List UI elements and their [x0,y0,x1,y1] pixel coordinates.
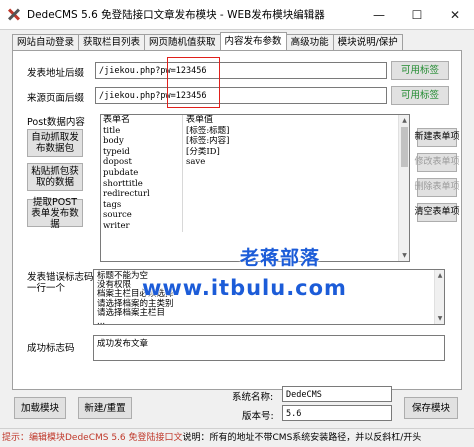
publish-url-label: 发表地址后缀 [27,68,85,79]
version-label: 版本号: [242,411,274,422]
version-input[interactable]: 5.6 [282,405,392,421]
success-code-input[interactable]: 成功发布文章 [93,335,445,361]
row-value: [标签:内容] [186,136,230,147]
tab-publish-params[interactable]: 内容发布参数 [219,32,287,50]
minimize-button[interactable]: — [360,0,398,30]
delete-field-button[interactable]: 删除表单项 [415,178,460,197]
row-value [183,189,409,200]
table-scrollbar[interactable]: ▲ ▼ [398,115,409,261]
title-bar: DedeCMS 5.6 免登陆接口文章发布模块 - WEB发布模块编辑器 — ☐… [0,0,474,30]
table-header: 表单名 表单值 [101,115,409,126]
row-name: title [101,125,183,137]
table-row[interactable]: redirecturl [101,189,409,200]
row-value: [分类ID] [186,146,220,157]
row-value [183,221,409,232]
scroll-thumb[interactable] [401,127,408,167]
scroll-up-icon[interactable]: ▲ [399,115,409,126]
row-name: dopost [101,157,183,168]
table-row[interactable]: pubdate [101,167,409,179]
system-name-input[interactable]: DedeCMS [282,386,392,402]
row-value [183,210,409,221]
error-line: 请选择档案主栏目 [97,307,166,318]
auto-capture-button[interactable]: 自动抓取发布数据包 [27,129,83,157]
watermark-url: www.itbulu.com [142,276,347,300]
row-name: body [101,136,183,147]
row-name: source [101,210,183,221]
load-module-button[interactable]: 加载模块 [14,397,66,419]
scroll-up-icon[interactable]: ▲ [435,270,444,281]
publish-params-panel: 发表地址后缀 /jiekou.php?pw=123456 可用标签 来源页面后缀… [12,50,462,390]
table-row[interactable]: typeid [分类ID] [101,146,409,158]
row-name: shorttitle [101,178,183,190]
save-module-button[interactable]: 保存模块 [404,397,458,419]
error-scrollbar[interactable]: ▲ ▼ [434,270,444,324]
tab-random-value[interactable]: 网页随机值获取 [144,34,221,50]
row-name: writer [101,220,183,232]
row-value: [标签:标题] [186,125,230,136]
row-value [183,200,409,211]
tab-auto-login[interactable]: 网站自动登录 [12,34,80,50]
scroll-down-icon[interactable]: ▼ [399,250,409,261]
table-row[interactable]: source [101,210,409,221]
publish-url-tags-button[interactable]: 可用标签 [391,61,449,80]
tab-category-list[interactable]: 获取栏目列表 [78,34,146,50]
status-prefix: 提示：编辑模块DedeCMS 5.6 免登陆接口文 [2,433,183,443]
table-row[interactable]: body [标签:内容] [101,136,409,147]
tab-module-info[interactable]: 模块说明/保护 [332,34,403,50]
status-rest: 说明：所有的地址不带CMS系统安装路径，并以反斜杠/开头 [182,433,422,443]
row-name: tags [101,199,183,211]
edit-field-button[interactable]: 修改表单项 [415,153,460,172]
table-row[interactable]: writer [101,220,409,232]
row-value [183,179,409,190]
window-title: DedeCMS 5.6 免登陆接口文章发布模块 - WEB发布模块编辑器 [27,9,325,21]
new-field-button[interactable]: 新建表单项 [415,128,460,147]
row-name: redirecturl [101,189,183,200]
tab-bar: 网站自动登录 获取栏目列表 网页随机值获取 内容发布参数 高级功能 模块说明/保… [12,32,403,50]
error-line: ... [97,317,106,325]
table-row[interactable]: title [标签:标题] [101,125,409,137]
col-value-header: 表单值 [186,115,214,125]
col-name-header: 表单名 [101,115,183,126]
tab-advanced[interactable]: 高级功能 [285,34,334,50]
table-row[interactable]: dopost save [101,157,409,168]
post-data-label: Post数据内容 [27,117,85,128]
clear-fields-button[interactable]: 清空表单项 [415,203,460,222]
paste-capture-button[interactable]: 粘贴抓包获取的数据 [27,163,83,191]
row-name: typeid [101,146,183,158]
scroll-down-icon[interactable]: ▼ [435,313,444,324]
highlight-box [167,57,220,108]
source-page-tags-button[interactable]: 可用标签 [391,86,449,105]
row-value [183,168,409,179]
publish-url-input[interactable]: /jiekou.php?pw=123456 [95,62,387,79]
maximize-button[interactable]: ☐ [398,0,436,30]
extract-post-button[interactable]: 提取POST表单发布数据 [27,197,83,230]
app-icon [6,7,22,23]
source-page-label: 来源页面后缀 [27,93,85,104]
watermark-text: 老蒋部落 [240,247,321,269]
row-value: save [186,157,206,168]
status-bar: 提示：编辑模块DedeCMS 5.6 免登陆接口文说明：所有的地址不带CMS系统… [0,428,474,447]
table-row[interactable]: tags [101,199,409,211]
new-reset-button[interactable]: 新建/重置 [78,397,132,419]
source-page-input[interactable]: /jiekou.php?pw=123456 [95,87,387,104]
form-fields-table[interactable]: 表单名 表单值 title [标签:标题] body [标签:内容] typeid[… [100,114,410,262]
table-row[interactable]: shorttitle [101,178,409,190]
success-code-label: 成功标志码 [27,343,75,354]
row-name: pubdate [101,167,183,179]
system-name-label: 系统名称: [232,392,274,403]
error-codes-label: 发表错误标志码 一行一个 [27,272,94,294]
close-button[interactable]: ✕ [436,0,474,30]
